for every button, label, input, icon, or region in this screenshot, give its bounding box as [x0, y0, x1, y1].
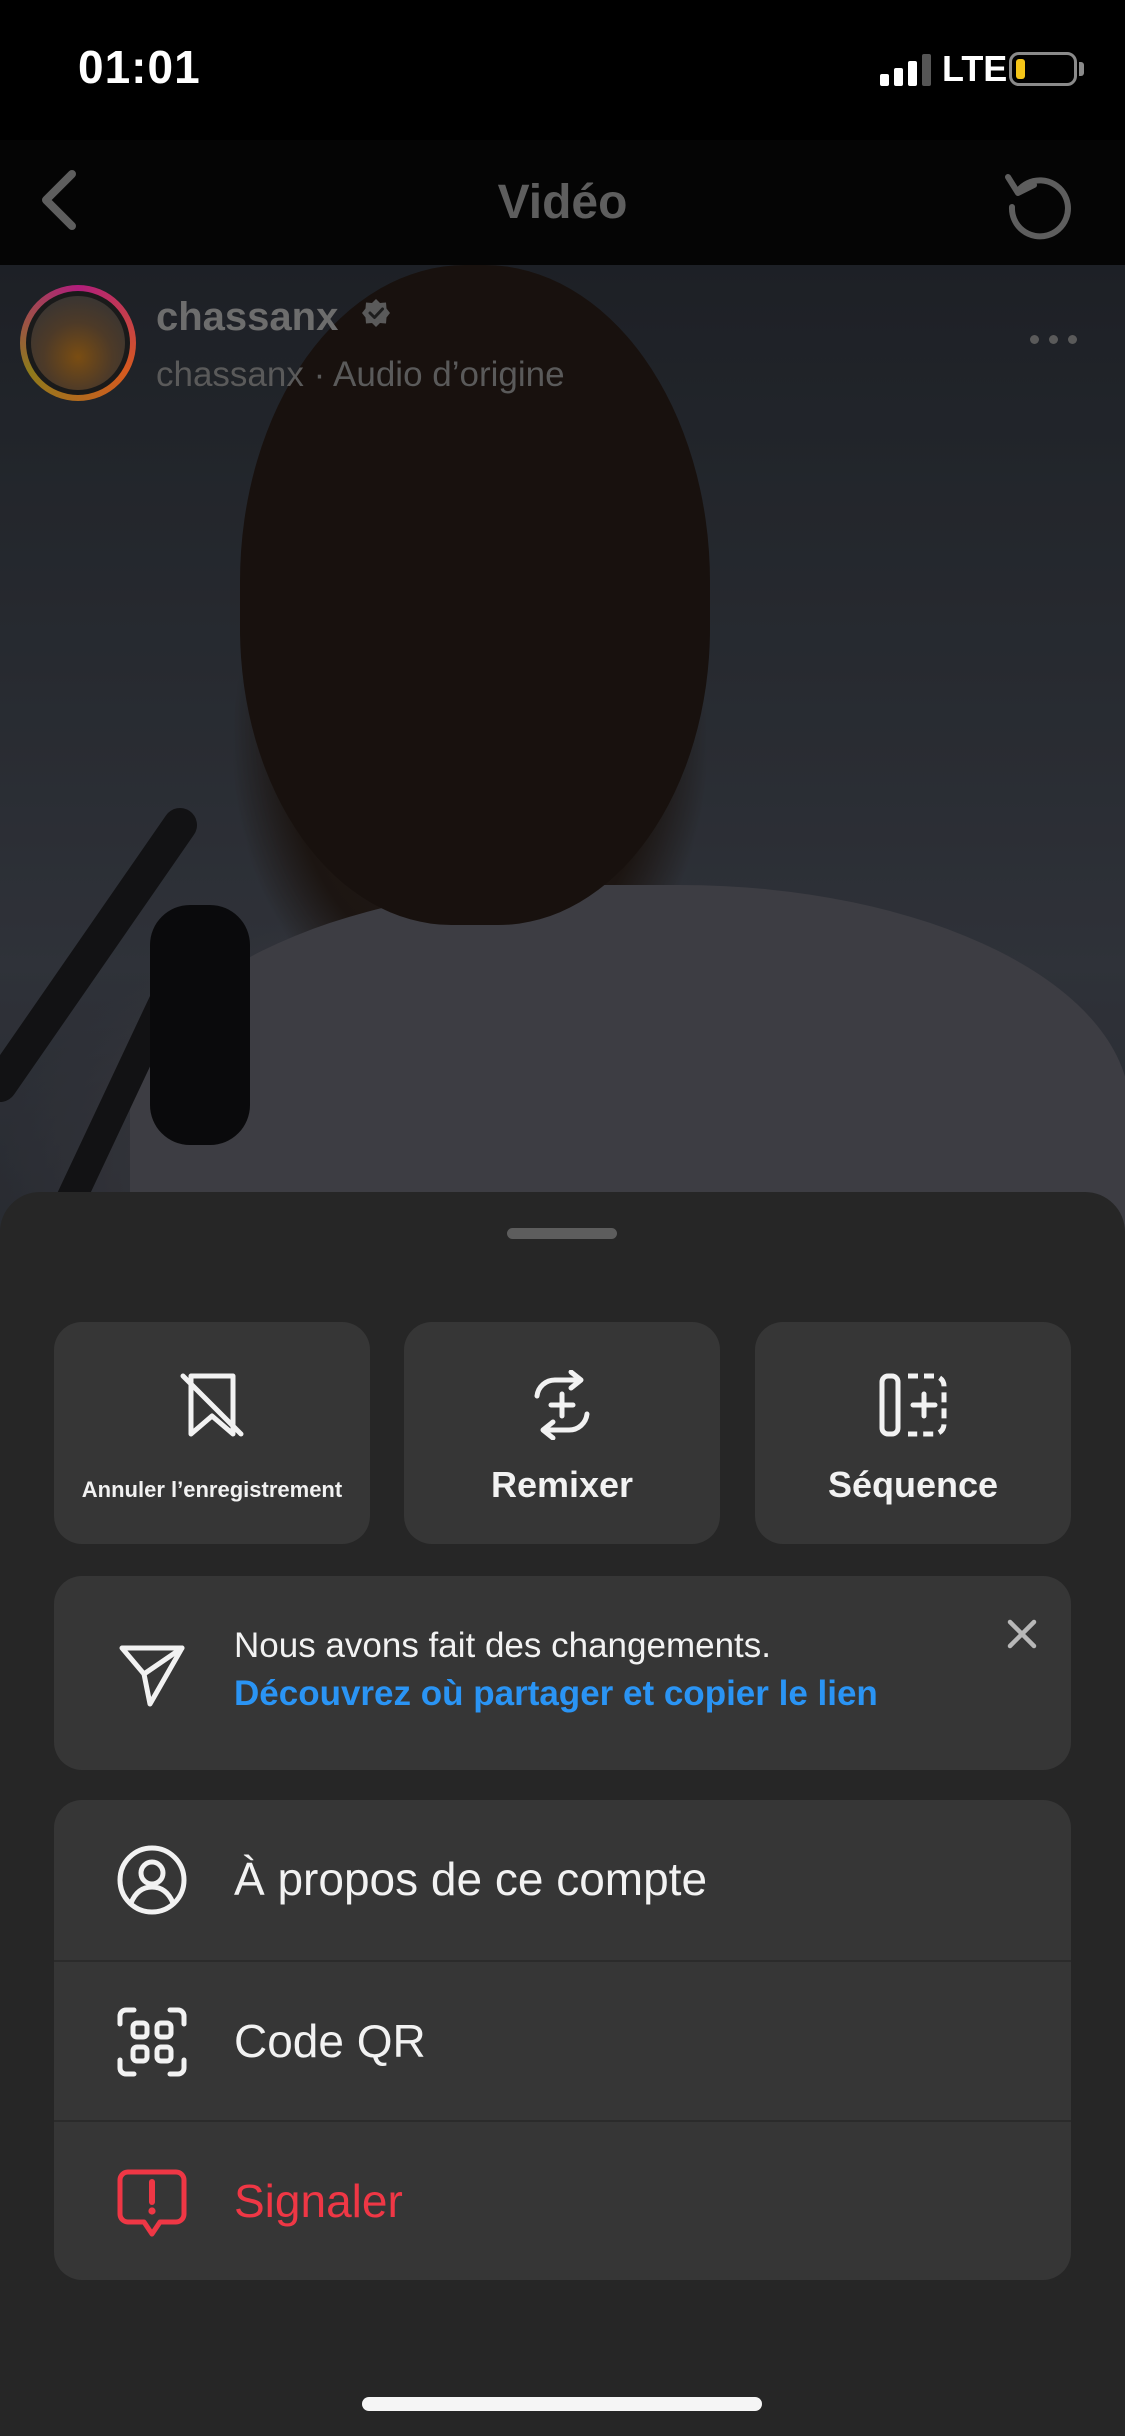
- remix-button[interactable]: Remixer: [404, 1322, 720, 1544]
- network-label: LTE: [942, 48, 1008, 89]
- options-sheet: Annuler l’enregistrement Remixer Séquenc…: [0, 1192, 1125, 2436]
- share-changes-notice: Nous avons fait des changements. Découvr…: [54, 1576, 1071, 1770]
- report-label: Signaler: [234, 2175, 403, 2227]
- post-username[interactable]: chassanx: [156, 295, 391, 340]
- report-item[interactable]: Signaler: [54, 2120, 1071, 2280]
- unsave-label: Annuler l’enregistrement: [81, 1477, 343, 1502]
- notice-title: Nous avons fait des changements.: [234, 1626, 771, 1665]
- sequence-label: Séquence: [827, 1464, 999, 1505]
- battery-tip: [1079, 62, 1084, 76]
- action-tiles: Annuler l’enregistrement Remixer Séquenc…: [54, 1322, 1071, 1544]
- report-icon: [117, 2169, 187, 2237]
- status-bar: 01:01 LTE: [0, 0, 1125, 140]
- status-time: 01:01: [78, 41, 201, 93]
- bookmark-remove-icon: [180, 1373, 244, 1437]
- qr-code-item[interactable]: Code QR: [54, 1960, 1071, 2120]
- sheet-grabber[interactable]: [507, 1228, 617, 1239]
- close-icon[interactable]: [1002, 1614, 1042, 1654]
- qr-code-label: Code QR: [234, 2015, 426, 2067]
- account-icon: [117, 1845, 187, 1915]
- nav-bar: Vidéo: [0, 140, 1125, 265]
- refresh-button[interactable]: [995, 160, 1085, 250]
- qr-code-icon: [117, 2007, 187, 2077]
- unsave-button[interactable]: Annuler l’enregistrement: [54, 1322, 370, 1544]
- username-text: chassanx: [156, 295, 339, 339]
- send-icon: [119, 1645, 185, 1707]
- remix-label: Remixer: [490, 1464, 634, 1505]
- post-audio-info[interactable]: chassanx · Audio d’origine: [156, 355, 565, 395]
- signal-icon: [880, 52, 932, 86]
- avatar[interactable]: [20, 285, 136, 401]
- about-account-label: À propos de ce compte: [234, 1853, 708, 1905]
- more-options-icon[interactable]: [1030, 335, 1090, 355]
- sequence-icon: [879, 1373, 947, 1437]
- battery-icon: [1009, 52, 1077, 86]
- sequence-button[interactable]: Séquence: [755, 1322, 1071, 1544]
- about-account-item[interactable]: À propos de ce compte: [54, 1800, 1071, 1960]
- remix-icon: [534, 1370, 590, 1440]
- verified-badge-icon: [362, 299, 391, 327]
- page-title: Vidéo: [497, 176, 628, 229]
- video-dim-overlay: [0, 265, 1125, 1265]
- home-indicator[interactable]: [362, 2397, 762, 2411]
- options-menu: À propos de ce compte Code QR Signaler: [54, 1800, 1071, 2280]
- refresh-icon: [1005, 174, 1071, 240]
- video-player[interactable]: chassanx chassanx · Audio d’origine: [0, 265, 1125, 1265]
- notice-link[interactable]: Découvrez où partager et copier le lien: [234, 1674, 878, 1714]
